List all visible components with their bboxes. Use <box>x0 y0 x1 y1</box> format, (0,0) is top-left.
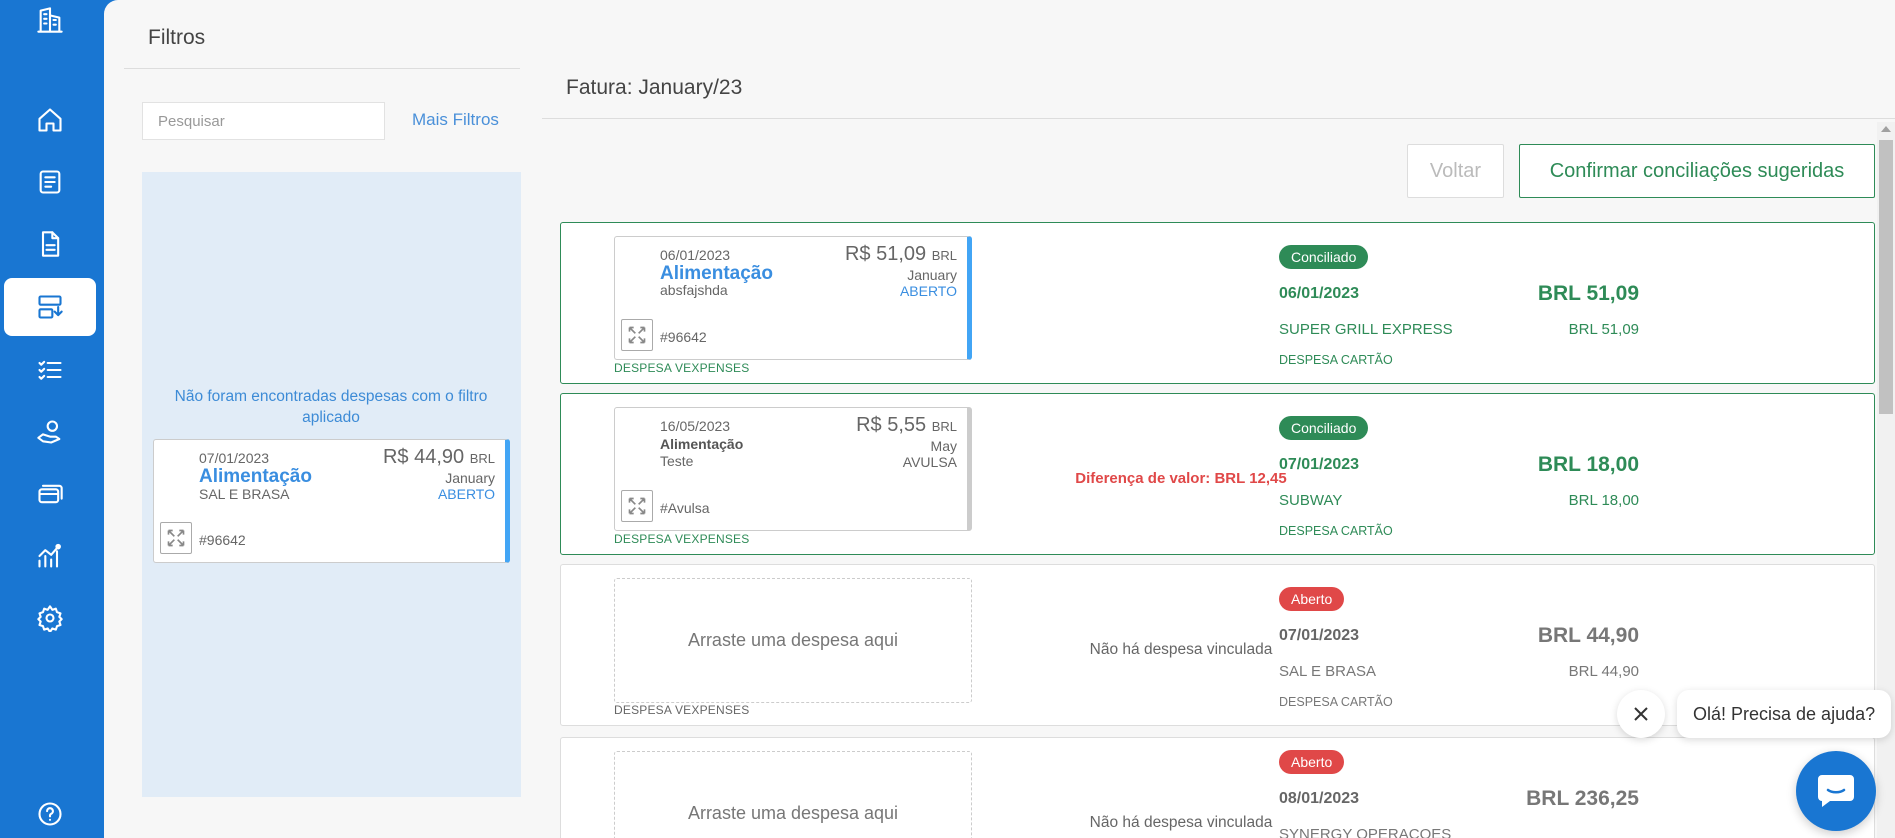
card-total: BRL 44,90 <box>1537 624 1639 647</box>
analytics-icon[interactable] <box>0 536 100 576</box>
confirm-reconciliations-button[interactable]: Confirmar conciliações sugeridas <box>1519 144 1875 198</box>
expense-month: January <box>907 267 957 283</box>
expense-source-label: DESPESA VEXPENSES <box>614 361 750 375</box>
expense-source-label: DESPESA VEXPENSES <box>614 703 750 717</box>
expense-amount-value: R$ 51,09 <box>844 243 927 265</box>
expense-id: #96642 <box>660 329 707 345</box>
checklist-icon[interactable] <box>0 350 100 390</box>
card-date: 07/01/2023 <box>1279 627 1360 644</box>
card-amount: BRL 51,09 <box>1568 321 1639 338</box>
expense-date: 06/01/2023 <box>660 247 731 263</box>
sidebar-item-active[interactable] <box>4 278 96 336</box>
card-type: DESPESA CARTÃO <box>1279 695 1393 709</box>
card-total: BRL 51,09 <box>1537 282 1639 305</box>
chat-icon <box>1818 775 1854 807</box>
expense-description: Teste <box>660 453 694 469</box>
expense-id: #96642 <box>199 532 246 548</box>
card-merchant: SUPER GRILL EXPRESS <box>1279 321 1453 338</box>
expense-card[interactable]: 16/05/2023 Alimentação Teste R$ 5,55 BRL… <box>614 407 972 531</box>
expense-month: May <box>930 438 957 454</box>
status-badge: Conciliado <box>1279 245 1369 269</box>
expense-currency: BRL <box>931 248 957 263</box>
card-date: 08/01/2023 <box>1279 790 1360 807</box>
expand-icon[interactable] <box>160 522 192 554</box>
reconciliation-row: Arraste uma despesa aqui Não há despesa … <box>560 737 1875 838</box>
expense-category: Alimentação <box>199 466 312 487</box>
expense-id: #Avulsa <box>660 500 710 516</box>
expense-status: AVULSA <box>902 454 957 470</box>
card-type: DESPESA CARTÃO <box>1279 353 1393 367</box>
reconcile-icon <box>0 287 100 327</box>
home-icon[interactable] <box>0 100 100 140</box>
expense-amount: R$ 5,55 BRL <box>856 414 957 437</box>
scroll-up-arrow[interactable] <box>1881 126 1891 132</box>
expense-status: ABERTO <box>899 283 957 299</box>
expense-amount-value: R$ 44,90 <box>382 446 465 468</box>
cards-icon[interactable] <box>0 474 100 514</box>
hand-coin-icon[interactable] <box>0 412 100 452</box>
back-button[interactable]: Voltar <box>1407 144 1504 198</box>
expense-amount: R$ 51,09 BRL <box>845 243 957 266</box>
more-filters-link[interactable]: Mais Filtros <box>412 110 499 130</box>
card-total: BRL 18,00 <box>1537 453 1639 476</box>
filters-title: Filtros <box>148 26 206 49</box>
divider <box>124 68 520 69</box>
card-merchant: SYNERGY OPERACOES <box>1279 826 1452 838</box>
status-badge: Conciliado <box>1279 416 1369 440</box>
help-icon[interactable] <box>0 794 100 834</box>
expense-currency: BRL <box>931 419 957 434</box>
expense-category: Alimentação <box>660 436 744 452</box>
close-icon <box>1634 707 1648 721</box>
chat-greeting[interactable]: Olá! Precisa de ajuda? <box>1677 690 1892 738</box>
expense-amount-value: R$ 5,55 <box>856 414 927 436</box>
expense-drop-zone[interactable]: Arraste uma despesa aqui <box>614 751 972 838</box>
card-date: 06/01/2023 <box>1279 285 1360 302</box>
chat-launcher-button[interactable] <box>1796 751 1876 831</box>
card-merchant: SUBWAY <box>1279 492 1343 509</box>
expense-currency: BRL <box>469 451 495 466</box>
expense-month: January <box>445 470 495 486</box>
divider <box>542 118 1895 119</box>
expense-drop-zone[interactable]: Arraste uma despesa aqui <box>614 578 972 703</box>
chat-close-button[interactable] <box>1617 690 1665 738</box>
expand-icon[interactable] <box>621 319 653 351</box>
expense-date: 07/01/2023 <box>199 450 270 466</box>
scrollbar-thumb[interactable] <box>1879 140 1893 414</box>
page-title: Fatura: January/23 <box>566 76 743 99</box>
card-type: DESPESA CARTÃO <box>1279 524 1393 538</box>
status-badge: Aberto <box>1279 587 1345 611</box>
receipt-icon[interactable] <box>0 162 100 202</box>
status-badge: Aberto <box>1279 750 1345 774</box>
settings-icon[interactable] <box>0 598 100 638</box>
expense-source-label: DESPESA VEXPENSES <box>614 532 750 546</box>
card-merchant: SAL E BRASA <box>1279 663 1376 680</box>
expense-date: 16/05/2023 <box>660 418 731 434</box>
expand-icon[interactable] <box>621 490 653 522</box>
sidebar <box>0 0 104 838</box>
building-icon[interactable] <box>0 0 100 40</box>
card-total: BRL 236,25 <box>1526 787 1639 810</box>
search-input[interactable] <box>142 102 385 140</box>
expense-card[interactable]: 06/01/2023 Alimentação absfajshda R$ 51,… <box>614 236 972 360</box>
card-date: 07/01/2023 <box>1279 456 1360 473</box>
document-icon[interactable] <box>0 224 100 264</box>
sidebar-corner <box>104 0 118 14</box>
card-amount: BRL 18,00 <box>1568 492 1639 509</box>
no-results-message: Não foram encontradas despesas com o fil… <box>174 388 488 426</box>
reconciliation-row: 06/01/2023 Alimentação absfajshda R$ 51,… <box>560 222 1875 384</box>
expense-card-draggable[interactable]: 07/01/2023 Alimentação SAL E BRASA R$ 44… <box>153 439 510 563</box>
expense-description: absfajshda <box>660 282 728 298</box>
expense-description: SAL E BRASA <box>199 486 290 502</box>
reconciliation-row: 16/05/2023 Alimentação Teste R$ 5,55 BRL… <box>560 393 1875 555</box>
card-amount: BRL 44,90 <box>1568 663 1639 680</box>
expense-amount: R$ 44,90 BRL <box>383 446 495 469</box>
expense-status: ABERTO <box>437 486 495 502</box>
